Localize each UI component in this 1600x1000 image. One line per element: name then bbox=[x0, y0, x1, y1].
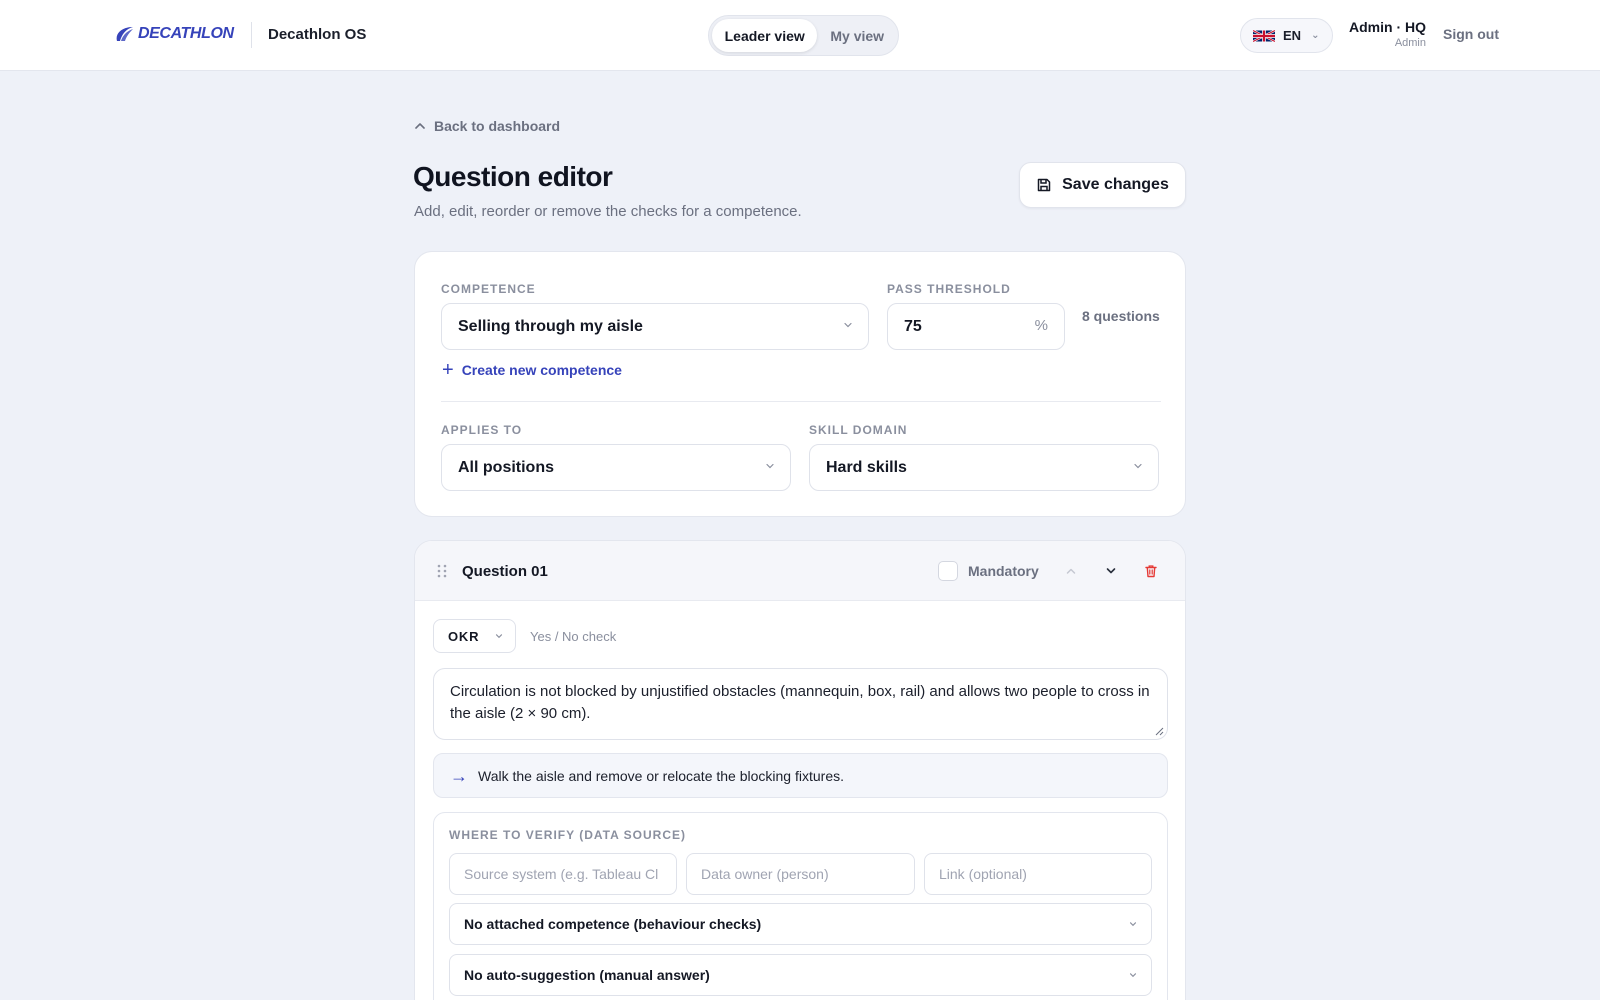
logo-swoosh-icon bbox=[116, 27, 133, 41]
move-up-button[interactable] bbox=[1061, 561, 1081, 581]
applies-to-value: All positions bbox=[458, 458, 554, 476]
save-label: Save changes bbox=[1062, 176, 1169, 193]
data-source-section: WHERE TO VERIFY (DATA SOURCE) Source sys… bbox=[433, 812, 1168, 1000]
back-label: Back to dashboard bbox=[434, 118, 561, 134]
auto-suggestion-value: No auto-suggestion (manual answer) bbox=[464, 967, 710, 983]
corrective-action-text: Walk the aisle and remove or relocate th… bbox=[478, 767, 844, 784]
attached-competence-select[interactable]: No attached competence (behaviour checks… bbox=[449, 903, 1152, 945]
competence-select[interactable]: Selling through my aisle bbox=[441, 303, 869, 350]
chevron-down-icon bbox=[766, 463, 774, 469]
user-name: Admin · HQ bbox=[1349, 19, 1426, 35]
applies-to-select[interactable]: All positions bbox=[441, 444, 791, 491]
save-changes-button[interactable]: Save changes bbox=[1019, 162, 1186, 208]
chevron-down-icon bbox=[495, 634, 503, 639]
source-system-input[interactable]: Source system (e.g. Tableau Cl bbox=[449, 853, 677, 895]
view-toggle: Leader view My view bbox=[708, 15, 899, 56]
language-selector[interactable]: EN ⌄ bbox=[1240, 18, 1333, 53]
mandatory-toggle[interactable]: Mandatory bbox=[938, 561, 1039, 581]
top-bar: DECATHLON Decathlon OS Leader view My vi… bbox=[0, 0, 1600, 71]
page-subtitle: Add, edit, reorder or remove the checks … bbox=[414, 203, 802, 220]
delete-question-button[interactable] bbox=[1141, 561, 1161, 581]
chevron-up-icon bbox=[415, 123, 425, 129]
chevron-down-icon bbox=[1134, 463, 1142, 469]
auto-suggestion-select[interactable]: No auto-suggestion (manual answer) bbox=[449, 954, 1152, 996]
link-input[interactable]: Link (optional) bbox=[924, 853, 1152, 895]
chevron-up-icon bbox=[1066, 568, 1076, 574]
skill-domain-value: Hard skills bbox=[826, 458, 907, 476]
competence-settings-card: COMPETENCE Selling through my aisle PASS… bbox=[414, 251, 1186, 517]
divider bbox=[441, 401, 1161, 402]
skill-domain-label: SKILL DOMAIN bbox=[809, 423, 908, 437]
chevron-down-icon bbox=[844, 322, 852, 328]
move-down-button[interactable] bbox=[1101, 561, 1121, 581]
uk-flag-icon bbox=[1253, 29, 1275, 42]
chevron-down-icon bbox=[1129, 973, 1137, 978]
logo-text: DECATHLON bbox=[138, 25, 234, 42]
arrow-right-icon: → bbox=[450, 765, 468, 786]
question-title: Question 01 bbox=[462, 563, 548, 580]
competence-label: COMPETENCE bbox=[441, 282, 536, 296]
skill-domain-select[interactable]: Hard skills bbox=[809, 444, 1159, 491]
language-code: EN bbox=[1283, 28, 1302, 43]
question-count: 8 questions bbox=[1082, 308, 1160, 324]
drag-handle-icon[interactable] bbox=[437, 564, 447, 578]
percent-unit: % bbox=[1034, 317, 1048, 334]
mandatory-checkbox[interactable] bbox=[938, 561, 958, 581]
question-header: Question 01 Mandatory bbox=[415, 541, 1185, 601]
tab-my-view[interactable]: My view bbox=[819, 19, 895, 52]
create-competence-link[interactable]: + Create new competence bbox=[442, 359, 622, 381]
attached-competence-value: No attached competence (behaviour checks… bbox=[464, 916, 762, 932]
question-text-area[interactable]: Circulation is not blocked by unjustifie… bbox=[433, 668, 1168, 740]
chevron-down-icon: ⌄ bbox=[1311, 30, 1320, 41]
create-label: Create new competence bbox=[461, 362, 622, 378]
question-type-hint: Yes / No check bbox=[530, 629, 617, 644]
mandatory-label: Mandatory bbox=[968, 563, 1039, 579]
back-to-dashboard-link[interactable]: Back to dashboard bbox=[414, 118, 560, 134]
threshold-value: 75 bbox=[904, 317, 922, 335]
brand-divider bbox=[251, 22, 252, 48]
applies-to-label: APPLIES TO bbox=[441, 423, 523, 437]
plus-icon: + bbox=[442, 359, 454, 381]
threshold-label: PASS THRESHOLD bbox=[887, 282, 1011, 296]
resize-handle-icon[interactable] bbox=[1155, 727, 1164, 736]
question-type-value: OKR bbox=[448, 628, 480, 644]
sign-out-link[interactable]: Sign out bbox=[1443, 26, 1499, 42]
user-role: Admin bbox=[1394, 37, 1426, 49]
question-card: Question 01 Mandatory OKR Yes / No check… bbox=[414, 540, 1186, 1000]
threshold-input[interactable]: 75 % bbox=[887, 303, 1065, 350]
corrective-action-field[interactable]: → Walk the aisle and remove or relocate … bbox=[433, 753, 1168, 798]
competence-value: Selling through my aisle bbox=[458, 317, 643, 335]
decathlon-logo[interactable]: DECATHLON bbox=[113, 25, 234, 43]
page-title: Question editor bbox=[413, 161, 613, 192]
chevron-down-icon bbox=[1106, 568, 1116, 574]
tab-leader-view[interactable]: Leader view bbox=[712, 19, 818, 52]
user-info: Admin · HQ Admin bbox=[1330, 19, 1426, 49]
app-name: Decathlon OS bbox=[268, 26, 367, 43]
trash-icon bbox=[1145, 565, 1157, 578]
question-text: Circulation is not blocked by unjustifie… bbox=[450, 683, 1150, 722]
chevron-down-icon bbox=[1129, 922, 1137, 927]
data-owner-input[interactable]: Data owner (person) bbox=[686, 853, 915, 895]
question-type-select[interactable]: OKR bbox=[433, 619, 516, 653]
data-source-label: WHERE TO VERIFY (DATA SOURCE) bbox=[449, 828, 687, 842]
save-icon bbox=[1037, 178, 1051, 192]
